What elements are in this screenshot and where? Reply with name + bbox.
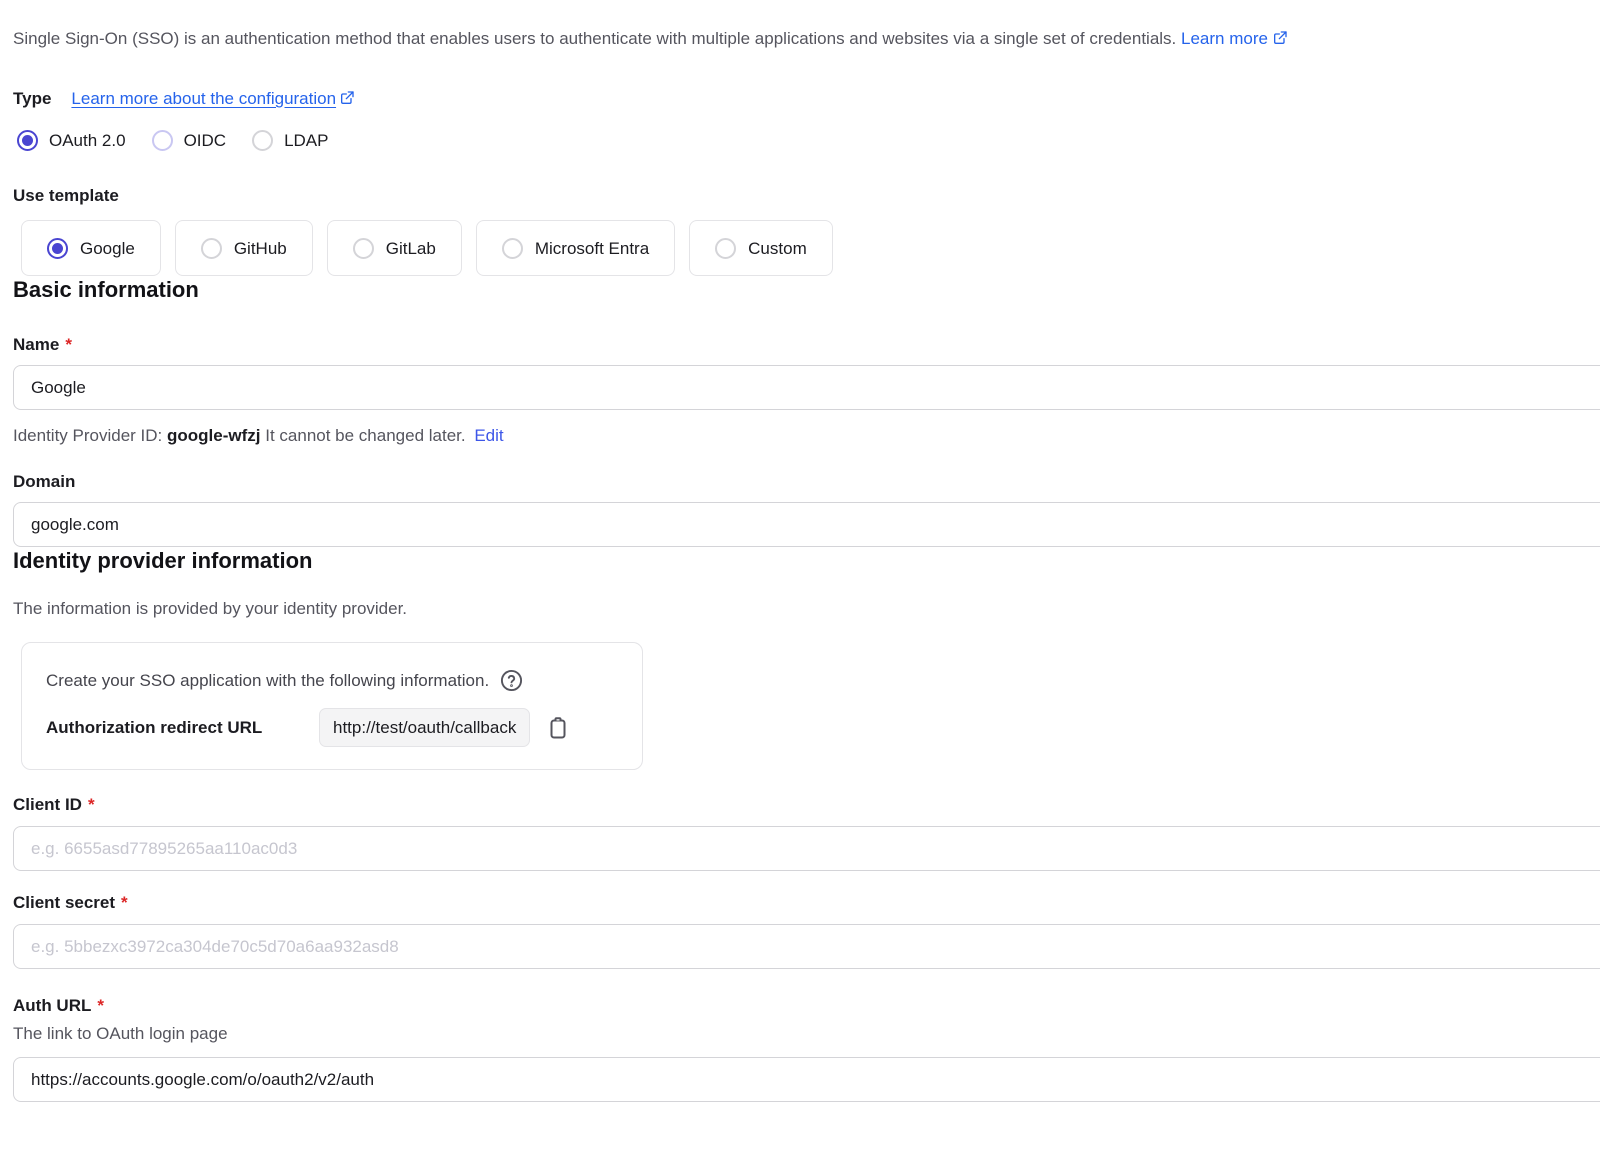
- configuration-learn-more-link[interactable]: Learn more about the configuration: [71, 87, 355, 110]
- info-box-instruction-text: Create your SSO application with the fol…: [46, 669, 489, 692]
- template-card-github[interactable]: GitHub: [175, 220, 313, 276]
- type-section-header: Type Learn more about the configuration: [13, 87, 1600, 110]
- template-card-github-label: GitHub: [234, 237, 287, 260]
- radio-oauth2[interactable]: OAuth 2.0: [17, 129, 126, 152]
- sso-application-info-box: Create your SSO application with the fol…: [21, 642, 643, 770]
- auth-url-helper: The link to OAuth login page: [13, 1022, 1600, 1045]
- template-card-gitlab-label: GitLab: [386, 237, 436, 260]
- auth-url-label: Auth URL *: [13, 994, 1600, 1017]
- authorization-redirect-url-value: http://test/oauth/callback: [319, 708, 530, 747]
- radio-ldap-label: LDAP: [284, 129, 328, 152]
- use-template-label: Use template: [13, 184, 1600, 207]
- info-box-instruction-row: Create your SSO application with the fol…: [46, 669, 618, 692]
- client-secret-label: Client secret *: [13, 891, 1600, 914]
- identity-provider-information-subtitle: The information is provided by your iden…: [13, 597, 1600, 620]
- required-asterisk: *: [121, 891, 128, 914]
- domain-label: Domain: [13, 470, 1600, 493]
- edit-identity-provider-id-link[interactable]: Edit: [474, 426, 503, 445]
- radio-unselected-icon: [715, 238, 736, 259]
- client-secret-input[interactable]: [13, 924, 1600, 969]
- radio-unselected-icon: [252, 130, 273, 151]
- type-label: Type: [13, 87, 51, 110]
- radio-oidc-label: OIDC: [184, 129, 227, 152]
- auth-url-input[interactable]: [13, 1057, 1600, 1102]
- identity-provider-id-value: google-wfzj: [167, 426, 260, 445]
- required-asterisk: *: [65, 333, 72, 356]
- template-card-group: Google GitHub GitLab Microsoft Entra Cus…: [21, 220, 1600, 276]
- template-card-microsoft-entra-label: Microsoft Entra: [535, 237, 649, 260]
- template-card-google-label: Google: [80, 237, 135, 260]
- radio-unselected-icon: [201, 238, 222, 259]
- radio-unselected-icon: [353, 238, 374, 259]
- client-id-input[interactable]: [13, 826, 1600, 871]
- help-icon[interactable]: [500, 669, 523, 692]
- template-card-custom-label: Custom: [748, 237, 807, 260]
- external-link-icon: [1272, 30, 1288, 46]
- authorization-redirect-url-label: Authorization redirect URL: [46, 716, 319, 739]
- copy-icon[interactable]: [546, 716, 570, 740]
- sso-settings-page: Single Sign-On (SSO) is an authenticatio…: [0, 0, 1600, 1102]
- client-id-label: Client ID *: [13, 793, 1600, 816]
- sso-description-text: Single Sign-On (SSO) is an authenticatio…: [13, 29, 1176, 48]
- radio-selected-icon: [47, 238, 68, 259]
- name-input[interactable]: [13, 365, 1600, 410]
- sso-description: Single Sign-On (SSO) is an authenticatio…: [13, 27, 1600, 50]
- external-link-icon: [339, 90, 355, 106]
- intro-learn-more-link[interactable]: Learn more: [1181, 29, 1288, 48]
- template-card-google[interactable]: Google: [21, 220, 161, 276]
- name-label: Name *: [13, 333, 1600, 356]
- type-radio-group: OAuth 2.0 OIDC LDAP: [17, 129, 1600, 152]
- required-asterisk: *: [97, 994, 104, 1017]
- radio-ldap[interactable]: LDAP: [252, 129, 328, 152]
- domain-input[interactable]: [13, 502, 1600, 547]
- radio-unselected-icon: [502, 238, 523, 259]
- authorization-redirect-row: Authorization redirect URL http://test/o…: [46, 708, 618, 747]
- identity-provider-id-helper: Identity Provider ID: google-wfzj It can…: [13, 424, 1600, 447]
- required-asterisk: *: [88, 793, 95, 816]
- identity-provider-information-heading: Identity provider information: [13, 547, 1600, 575]
- radio-unselected-icon: [152, 130, 173, 151]
- template-card-microsoft-entra[interactable]: Microsoft Entra: [476, 220, 675, 276]
- basic-information-heading: Basic information: [13, 276, 1600, 304]
- template-card-custom[interactable]: Custom: [689, 220, 833, 276]
- template-card-gitlab[interactable]: GitLab: [327, 220, 462, 276]
- radio-oidc[interactable]: OIDC: [152, 129, 227, 152]
- radio-oauth2-label: OAuth 2.0: [49, 129, 126, 152]
- radio-selected-icon: [17, 130, 38, 151]
